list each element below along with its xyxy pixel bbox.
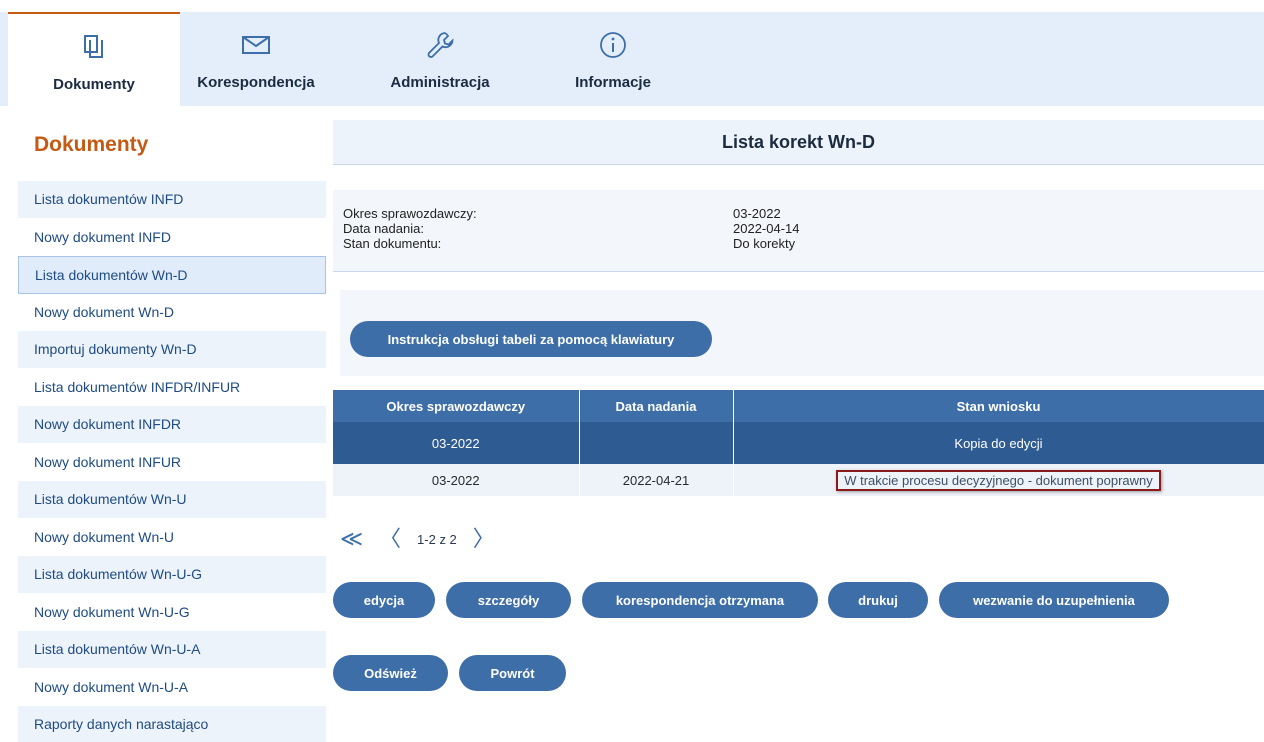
- prev-page-icon[interactable]: 〈: [379, 528, 401, 550]
- column-header-sent-date[interactable]: Data nadania: [579, 390, 734, 422]
- print-button[interactable]: drukuj: [828, 582, 928, 618]
- cell-status: Kopia do edycji: [733, 422, 1264, 464]
- sidebar-menu: Lista dokumentów INFD Nowy dokument INFD…: [18, 181, 326, 742]
- tab-label: Dokumenty: [53, 76, 135, 93]
- table-row[interactable]: 03-2022 Kopia do edycji: [333, 422, 1264, 464]
- first-page-icon[interactable]: ≪: [340, 528, 363, 550]
- sidebar-item-nowy-wn-u-a[interactable]: Nowy dokument Wn-U-A: [18, 668, 326, 706]
- corrections-table: Okres sprawozdawczy Data nadania Stan wn…: [333, 390, 1264, 496]
- document-state-label: Stan dokumentu:: [343, 236, 442, 251]
- correspondence-button[interactable]: korespondencja otrzymana: [582, 582, 818, 618]
- document-state-value: Do korekty: [733, 236, 796, 251]
- table-header-row: Okres sprawozdawczy Data nadania Stan wn…: [333, 390, 1264, 422]
- tab-label: Korespondencja: [197, 74, 315, 91]
- cell-period: 03-2022: [333, 422, 580, 464]
- request-completion-button[interactable]: wezwanie do uzupełnienia: [939, 582, 1169, 618]
- sidebar-item-lista-wn-d[interactable]: Lista dokumentów Wn-D: [18, 256, 326, 294]
- pagination: ≪ 〈 1-2 z 2 〉: [340, 525, 495, 553]
- sidebar-item-importuj-wn-d[interactable]: Importuj dokumenty Wn-D: [18, 331, 326, 369]
- sidebar-item-nowy-infur[interactable]: Nowy dokument INFUR: [18, 443, 326, 481]
- sidebar-item-nowy-wn-u[interactable]: Nowy dokument Wn-U: [18, 518, 326, 556]
- page-title: Lista korekt Wn-D: [333, 120, 1264, 165]
- sidebar-item-nowy-infdr[interactable]: Nowy dokument INFDR: [18, 406, 326, 444]
- page-range: 1-2 z 2: [417, 531, 457, 547]
- document-info: Okres sprawozdawczy: 03-2022 Data nadani…: [333, 190, 1264, 272]
- top-navigation: Dokumenty Korespondencja Administracja I…: [0, 12, 1264, 106]
- tab-label: Administracja: [390, 74, 490, 91]
- cell-status: W trakcie procesu decyzyjnego - dokument…: [733, 464, 1264, 496]
- status-highlight: W trakcie procesu decyzyjnego - dokument…: [836, 469, 1161, 491]
- next-page-icon[interactable]: 〉: [473, 528, 495, 550]
- details-button[interactable]: szczegóły: [446, 582, 571, 618]
- tab-informacje[interactable]: Informacje: [548, 12, 678, 106]
- documents-icon: [82, 32, 106, 62]
- sent-date-value: 2022-04-14: [733, 221, 800, 236]
- tab-label: Informacje: [575, 74, 651, 91]
- envelope-icon: [241, 30, 271, 60]
- cell-period: 03-2022: [333, 464, 580, 496]
- sidebar-item-lista-infdr-infur[interactable]: Lista dokumentów INFDR/INFUR: [18, 368, 326, 406]
- sidebar-item-nowy-wn-d[interactable]: Nowy dokument Wn-D: [18, 293, 326, 331]
- refresh-button[interactable]: Odśwież: [333, 655, 448, 691]
- wrench-icon: [425, 30, 455, 60]
- period-value: 03-2022: [733, 206, 781, 221]
- tab-korespondencja[interactable]: Korespondencja: [180, 12, 332, 106]
- sidebar-item-lista-wn-u[interactable]: Lista dokumentów Wn-U: [18, 481, 326, 519]
- edit-button[interactable]: edycja: [333, 582, 435, 618]
- info-icon: [599, 30, 627, 60]
- sidebar-item-lista-wn-u-a[interactable]: Lista dokumentów Wn-U-A: [18, 631, 326, 669]
- sidebar-item-nowy-infd[interactable]: Nowy dokument INFD: [18, 218, 326, 256]
- period-label: Okres sprawozdawczy:: [343, 206, 477, 221]
- cell-sent-date: [579, 422, 734, 464]
- tab-dokumenty[interactable]: Dokumenty: [8, 12, 180, 106]
- sidebar-item-lista-wn-u-g[interactable]: Lista dokumentów Wn-U-G: [18, 556, 326, 594]
- keyboard-instructions-button[interactable]: Instrukcja obsługi tabeli za pomocą klaw…: [350, 321, 712, 357]
- cell-sent-date: 2022-04-21: [579, 464, 734, 496]
- sidebar-item-raporty[interactable]: Raporty danych narastająco: [18, 706, 326, 742]
- sidebar-item-lista-infd[interactable]: Lista dokumentów INFD: [18, 181, 326, 219]
- tab-administracja[interactable]: Administracja: [370, 12, 510, 106]
- column-header-status[interactable]: Stan wniosku: [733, 390, 1264, 422]
- table-row[interactable]: 03-2022 2022-04-21 W trakcie procesu dec…: [333, 464, 1264, 496]
- sidebar-title: Dokumenty: [34, 133, 149, 156]
- back-button[interactable]: Powrót: [459, 655, 566, 691]
- sent-date-label: Data nadania:: [343, 221, 424, 236]
- sidebar-item-nowy-wn-u-g[interactable]: Nowy dokument Wn-U-G: [18, 593, 326, 631]
- column-header-period[interactable]: Okres sprawozdawczy: [333, 390, 580, 422]
